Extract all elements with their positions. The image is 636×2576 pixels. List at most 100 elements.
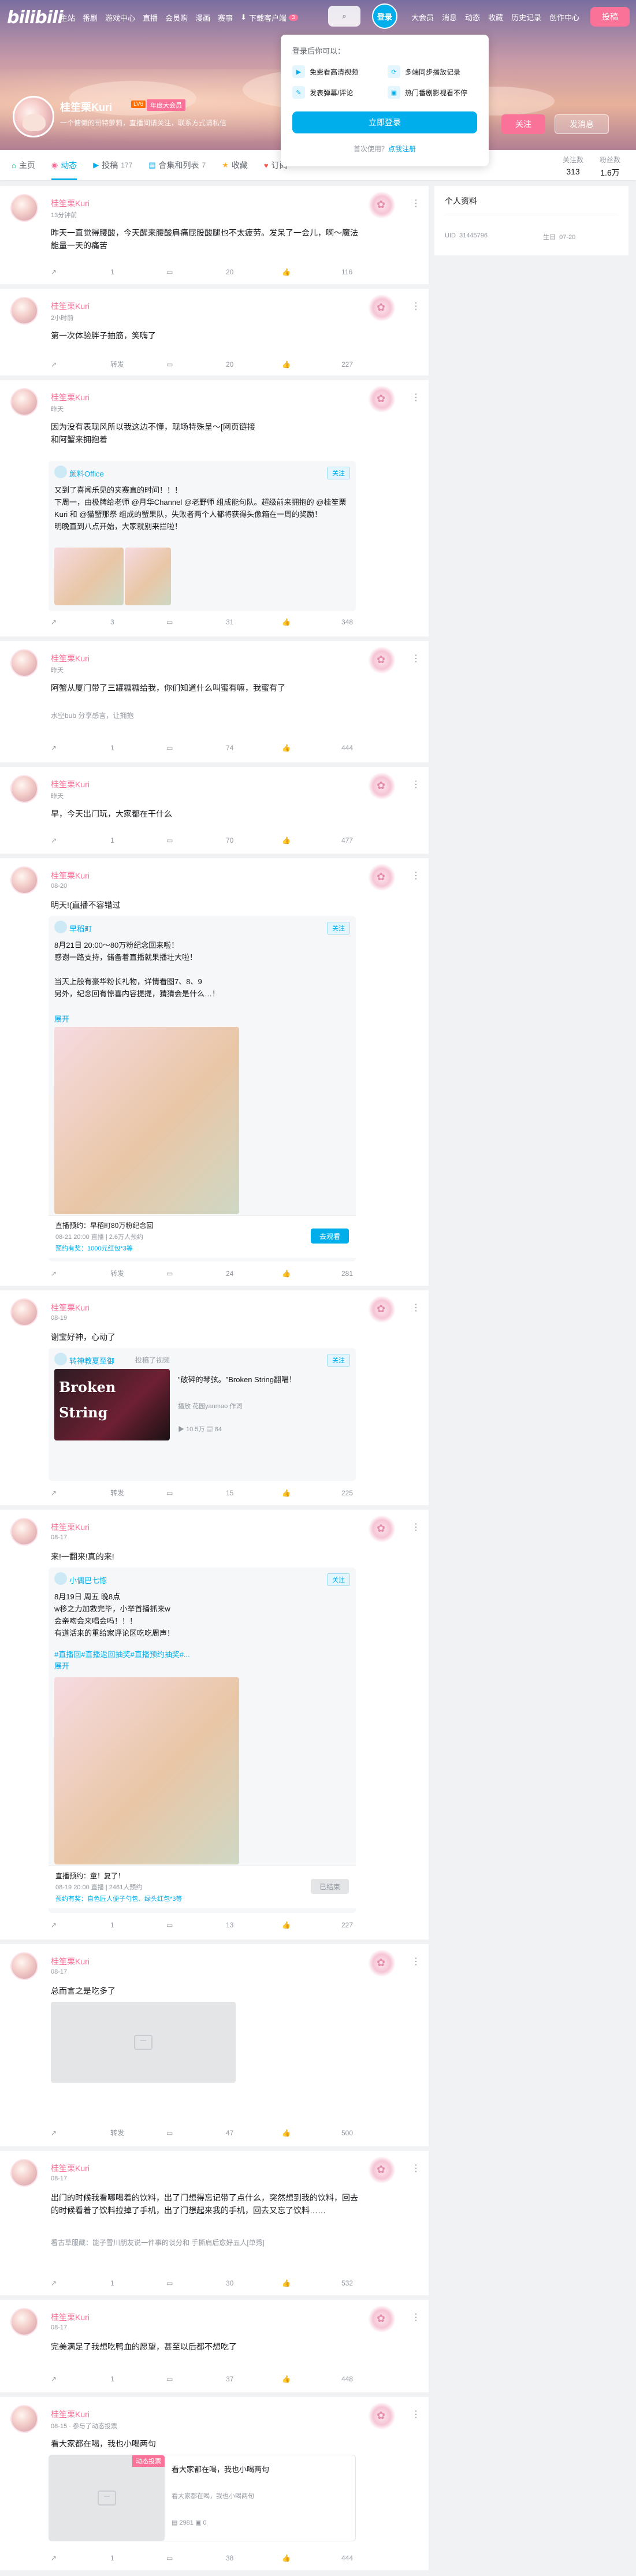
user-name[interactable]: 桂笙栗Kuri bbox=[51, 392, 90, 403]
expand-link[interactable]: 展开 bbox=[54, 1660, 69, 1671]
more-options-icon[interactable]: ⋮ bbox=[411, 198, 421, 209]
comment-action[interactable]: ▭ 24 bbox=[166, 1268, 282, 1278]
bilibili-logo[interactable]: bilibili bbox=[7, 8, 64, 28]
user-name[interactable]: 桂笙栗Kuri bbox=[51, 198, 90, 209]
repost-action[interactable]: ↗ 1 bbox=[51, 744, 166, 752]
repost-avatar[interactable] bbox=[54, 921, 67, 933]
like-action[interactable]: 👍 348 bbox=[282, 618, 397, 626]
user-avatar[interactable] bbox=[10, 775, 38, 803]
tab-collections[interactable]: ▤ 合集和列表 7 bbox=[148, 150, 206, 180]
post-image[interactable] bbox=[125, 548, 171, 605]
comment-action[interactable]: ▭ 47 bbox=[166, 2128, 282, 2138]
comment-action[interactable]: ▭ 37 bbox=[166, 2375, 282, 2383]
nav-dynamic[interactable]: 动态 bbox=[465, 12, 480, 23]
user-avatar[interactable] bbox=[10, 194, 38, 222]
more-options-icon[interactable]: ⋮ bbox=[411, 300, 421, 312]
post-image[interactable] bbox=[54, 548, 124, 605]
more-options-icon[interactable]: ⋮ bbox=[411, 1302, 421, 1313]
nav-item-live[interactable]: 直播 bbox=[143, 12, 158, 23]
repost-follow-button[interactable]: 关注 bbox=[327, 922, 350, 935]
repost-action[interactable]: ↗ 转发 bbox=[51, 2128, 166, 2138]
user-avatar[interactable] bbox=[10, 297, 38, 325]
user-avatar[interactable] bbox=[10, 388, 38, 416]
user-avatar[interactable] bbox=[10, 649, 38, 677]
repost-user-name[interactable]: 转神教夏至御 bbox=[69, 1355, 114, 1366]
like-action[interactable]: 👍 227 bbox=[282, 1921, 397, 1929]
repost-avatar[interactable] bbox=[54, 466, 67, 478]
comment-action[interactable]: ▭ 31 bbox=[166, 618, 282, 626]
like-action[interactable]: 👍 448 bbox=[282, 2375, 397, 2383]
comment-action[interactable]: ▭ 74 bbox=[166, 744, 282, 752]
repost-user-name[interactable]: 颜料Office bbox=[69, 468, 104, 479]
topic-tag[interactable]: 水空bub 分享感言，让拥抱 bbox=[51, 710, 133, 720]
like-action[interactable]: 👍 281 bbox=[282, 1268, 397, 1278]
repost-action[interactable]: ↗ 转发 bbox=[51, 1268, 166, 1278]
repost-follow-button[interactable]: 关注 bbox=[327, 467, 350, 479]
login-avatar-button[interactable]: 登录 bbox=[372, 3, 397, 29]
repost-action[interactable]: ↗ 1 bbox=[51, 2375, 166, 2383]
repost-action[interactable]: ↗ 1 bbox=[51, 2279, 166, 2287]
nav-history[interactable]: 历史记录 bbox=[511, 12, 541, 23]
user-name[interactable]: 桂笙栗Kuri bbox=[51, 1521, 90, 1533]
comment-action[interactable]: ▭ 20 bbox=[166, 359, 282, 369]
like-action[interactable]: 👍 227 bbox=[282, 359, 397, 369]
more-options-icon[interactable]: ⋮ bbox=[411, 1956, 421, 1967]
expand-link[interactable]: 展开 bbox=[54, 1013, 69, 1024]
profile-avatar[interactable] bbox=[13, 96, 54, 137]
user-avatar[interactable] bbox=[10, 866, 38, 894]
repost-block[interactable]: 早稻町 关注 8月21日 20:00～80万粉纪念回来啦！ 感谢一路支持，储备着直播… bbox=[49, 916, 356, 1261]
vote-block[interactable]: 动态投票 看大家都在喝，我也小喝两句 看大家都在喝，我也小喝两句 ▤ 2981 ▣ 0 bbox=[49, 2455, 356, 2541]
user-name[interactable]: 桂笙栗Kuri bbox=[51, 779, 90, 790]
user-avatar[interactable] bbox=[10, 1952, 38, 1980]
like-action[interactable]: 👍 225 bbox=[282, 1488, 397, 1498]
post-image-placeholder[interactable] bbox=[51, 2002, 236, 2083]
nav-creator[interactable]: 创作中心 bbox=[549, 12, 579, 23]
nav-message[interactable]: 消息 bbox=[442, 12, 457, 23]
repost-action[interactable]: ↗ 1 bbox=[51, 268, 166, 276]
repost-avatar[interactable] bbox=[54, 1572, 67, 1585]
user-name[interactable]: 桂笙栗Kuri bbox=[51, 300, 90, 312]
video-cover[interactable]: Broken String bbox=[54, 1369, 170, 1440]
repost-action[interactable]: ↗ 转发 bbox=[51, 359, 166, 369]
repost-action[interactable]: ↗ 1 bbox=[51, 2554, 166, 2562]
comment-action[interactable]: ▭ 20 bbox=[166, 268, 282, 276]
nav-vip[interactable]: 大会员 bbox=[411, 12, 434, 23]
follower-count[interactable]: 粉丝数 1.6万 bbox=[600, 155, 620, 178]
more-options-icon[interactable]: ⋮ bbox=[411, 779, 421, 790]
like-action[interactable]: 👍 477 bbox=[282, 836, 397, 844]
comment-action[interactable]: ▭ 38 bbox=[166, 2554, 282, 2562]
user-name[interactable]: 桂笙栗Kuri bbox=[51, 1302, 90, 1313]
repost-action[interactable]: ↗ 1 bbox=[51, 836, 166, 844]
live-reserve-button[interactable]: 已结束 bbox=[311, 1879, 349, 1894]
comment-action[interactable]: ▭ 30 bbox=[166, 2279, 282, 2287]
repost-action[interactable]: ↗ 3 bbox=[51, 618, 166, 626]
repost-block[interactable]: 转神教夏至御 投稿了视频 关注 Broken String "破碎的琴弦。"Broken… bbox=[49, 1348, 356, 1481]
user-name[interactable]: 桂笙栗Kuri bbox=[51, 1956, 90, 1967]
like-action[interactable]: 👍 532 bbox=[282, 2279, 397, 2287]
repost-follow-button[interactable]: 关注 bbox=[327, 1354, 350, 1367]
tab-videos[interactable]: ▶ 投稿 177 bbox=[93, 150, 132, 180]
more-options-icon[interactable]: ⋮ bbox=[411, 2409, 421, 2420]
video-title[interactable]: "破碎的琴弦。"Broken String翻唱！ bbox=[178, 1373, 296, 1384]
tab-favorites[interactable]: ★ 收藏 bbox=[222, 150, 248, 180]
repost-user-name[interactable]: 早稻町 bbox=[69, 923, 92, 934]
login-now-button[interactable]: 立即登录 bbox=[292, 111, 477, 133]
live-reserve-button[interactable]: 去观看 bbox=[311, 1229, 349, 1244]
user-name[interactable]: 桂笙栗Kuri bbox=[51, 2409, 90, 2420]
repost-action[interactable]: ↗ 转发 bbox=[51, 1488, 166, 1498]
comment-action[interactable]: ▭ 15 bbox=[166, 1488, 282, 1498]
repost-avatar[interactable] bbox=[54, 1353, 67, 1365]
like-action[interactable]: 👍 116 bbox=[282, 268, 397, 276]
more-options-icon[interactable]: ⋮ bbox=[411, 1521, 421, 1533]
post-image[interactable] bbox=[54, 1027, 239, 1214]
more-options-icon[interactable]: ⋮ bbox=[411, 870, 421, 881]
tab-dynamic[interactable]: ◉ 动态 bbox=[51, 150, 77, 180]
user-name[interactable]: 桂笙栗Kuri bbox=[51, 2311, 90, 2323]
register-link[interactable]: 点我注册 bbox=[388, 145, 416, 153]
more-options-icon[interactable]: ⋮ bbox=[411, 392, 421, 403]
nav-item-main[interactable]: 主站 bbox=[60, 12, 75, 23]
repost-user-name[interactable]: 小偶巴七惚 bbox=[69, 1574, 107, 1585]
user-name[interactable]: 桂笙栗Kuri bbox=[51, 870, 90, 881]
nav-item-mall[interactable]: 会员购 bbox=[165, 12, 188, 23]
user-avatar[interactable] bbox=[10, 2159, 38, 2187]
